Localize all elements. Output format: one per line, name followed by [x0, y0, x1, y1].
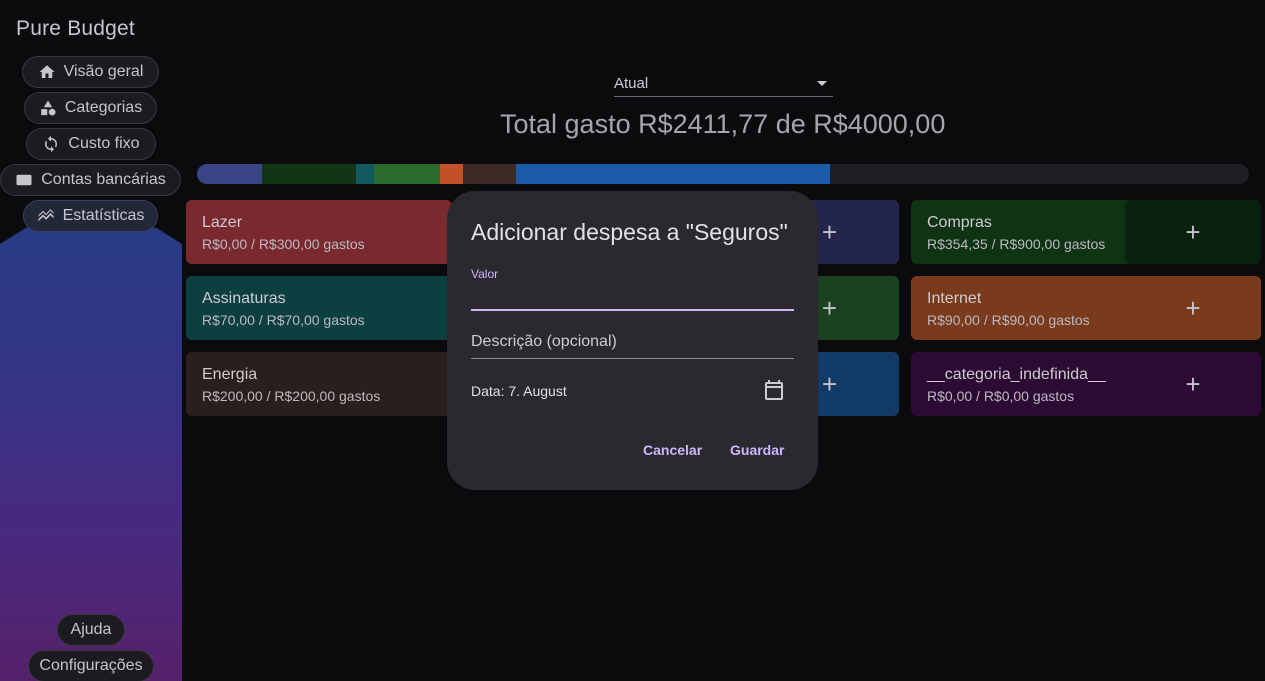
- dialog-title: Adicionar despesa a "Seguros": [471, 219, 788, 245]
- value-input[interactable]: [471, 283, 794, 311]
- cancel-button[interactable]: Cancelar: [643, 442, 702, 458]
- add-expense-dialog: Adicionar despesa a "Seguros" Valor Data…: [447, 191, 818, 490]
- value-field-label: Valor: [471, 267, 499, 281]
- description-input[interactable]: [471, 326, 794, 359]
- calendar-icon: [765, 380, 783, 400]
- date-label: Data: 7. August: [471, 383, 567, 399]
- save-button[interactable]: Guardar: [730, 442, 784, 458]
- date-picker-button[interactable]: [762, 378, 786, 402]
